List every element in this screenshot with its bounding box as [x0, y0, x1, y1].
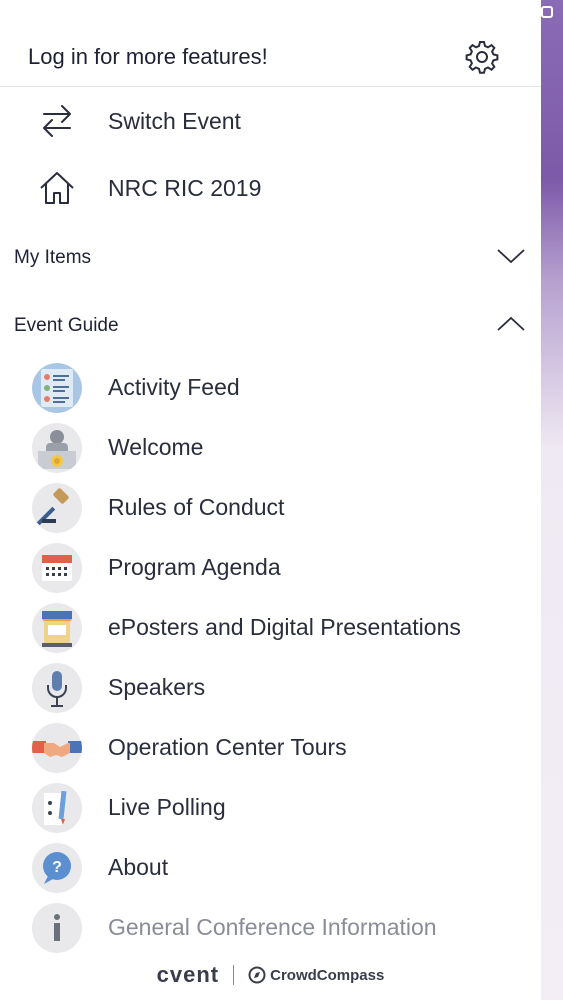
swap-arrows-icon: [43, 105, 71, 137]
activity-feed-icon: [32, 363, 82, 413]
calendar-icon: [32, 543, 82, 593]
welcome-badge-icon: [32, 423, 82, 473]
event-home-item[interactable]: NRC RIC 2019: [0, 159, 541, 219]
gear-icon[interactable]: [465, 40, 499, 74]
event-home-label: NRC RIC 2019: [108, 175, 262, 201]
chevron-up-icon: [497, 316, 525, 331]
guide-item-label: General Conference Information: [108, 914, 437, 940]
app-backdrop: [541, 0, 563, 1000]
info-icon: [32, 903, 82, 953]
navigation-drawer: Log in for more features! Switch Event N…: [0, 0, 541, 1000]
svg-text:?: ?: [52, 859, 62, 876]
crowdcompass-logo: CrowdCompass: [270, 966, 385, 984]
guide-item-label: Rules of Conduct: [108, 494, 285, 520]
guide-item-activity-feed[interactable]: Activity Feed: [0, 361, 541, 417]
my-items-section[interactable]: My Items: [0, 238, 541, 278]
guide-item-label: Activity Feed: [108, 374, 240, 400]
guide-item-label: Program Agenda: [108, 554, 281, 580]
guide-item-label: Live Polling: [108, 794, 226, 820]
guide-item-label: ePosters and Digital Presentations: [108, 614, 461, 640]
poster-stand-icon: [32, 603, 82, 653]
guide-item-eposters[interactable]: ePosters and Digital Presentations: [0, 601, 541, 657]
login-prompt[interactable]: Log in for more features!: [28, 44, 268, 70]
footer-divider: [233, 965, 235, 985]
guide-item-about[interactable]: ? About: [0, 841, 541, 897]
guide-item-label: Operation Center Tours: [108, 734, 347, 760]
question-bubble-icon: ?: [32, 843, 82, 893]
drawer-header: Log in for more features!: [0, 24, 541, 87]
handshake-icon: [32, 723, 82, 773]
switch-event-label: Switch Event: [108, 108, 241, 134]
guide-item-label: Speakers: [108, 674, 206, 700]
window-tab-icon: [541, 6, 553, 18]
gavel-icon: [32, 483, 82, 533]
my-items-heading: My Items: [14, 247, 92, 268]
guide-item-label: About: [108, 854, 169, 880]
event-guide-heading: Event Guide: [14, 315, 119, 336]
microphone-icon: [32, 663, 82, 713]
footer-branding: cvent CrowdCompass: [0, 962, 541, 992]
guide-item-rules-of-conduct[interactable]: Rules of Conduct: [0, 481, 541, 537]
cvent-logo: cvent: [156, 962, 220, 987]
guide-item-speakers[interactable]: Speakers: [0, 661, 541, 717]
polling-pencil-icon: [32, 783, 82, 833]
switch-event-item[interactable]: Switch Event: [0, 92, 541, 152]
guide-item-welcome[interactable]: Welcome: [0, 421, 541, 477]
chevron-down-icon: [497, 249, 525, 264]
guide-item-live-polling[interactable]: Live Polling: [0, 781, 541, 837]
event-guide-section[interactable]: Event Guide: [0, 306, 541, 346]
guide-item-program-agenda[interactable]: Program Agenda: [0, 541, 541, 597]
guide-item-label: Welcome: [108, 434, 204, 460]
home-icon: [40, 172, 74, 204]
crowdcompass-logo-icon: [248, 966, 266, 984]
guide-item-general-conference-info[interactable]: General Conference Information: [0, 901, 541, 957]
guide-item-operation-center-tours[interactable]: Operation Center Tours: [0, 721, 541, 777]
